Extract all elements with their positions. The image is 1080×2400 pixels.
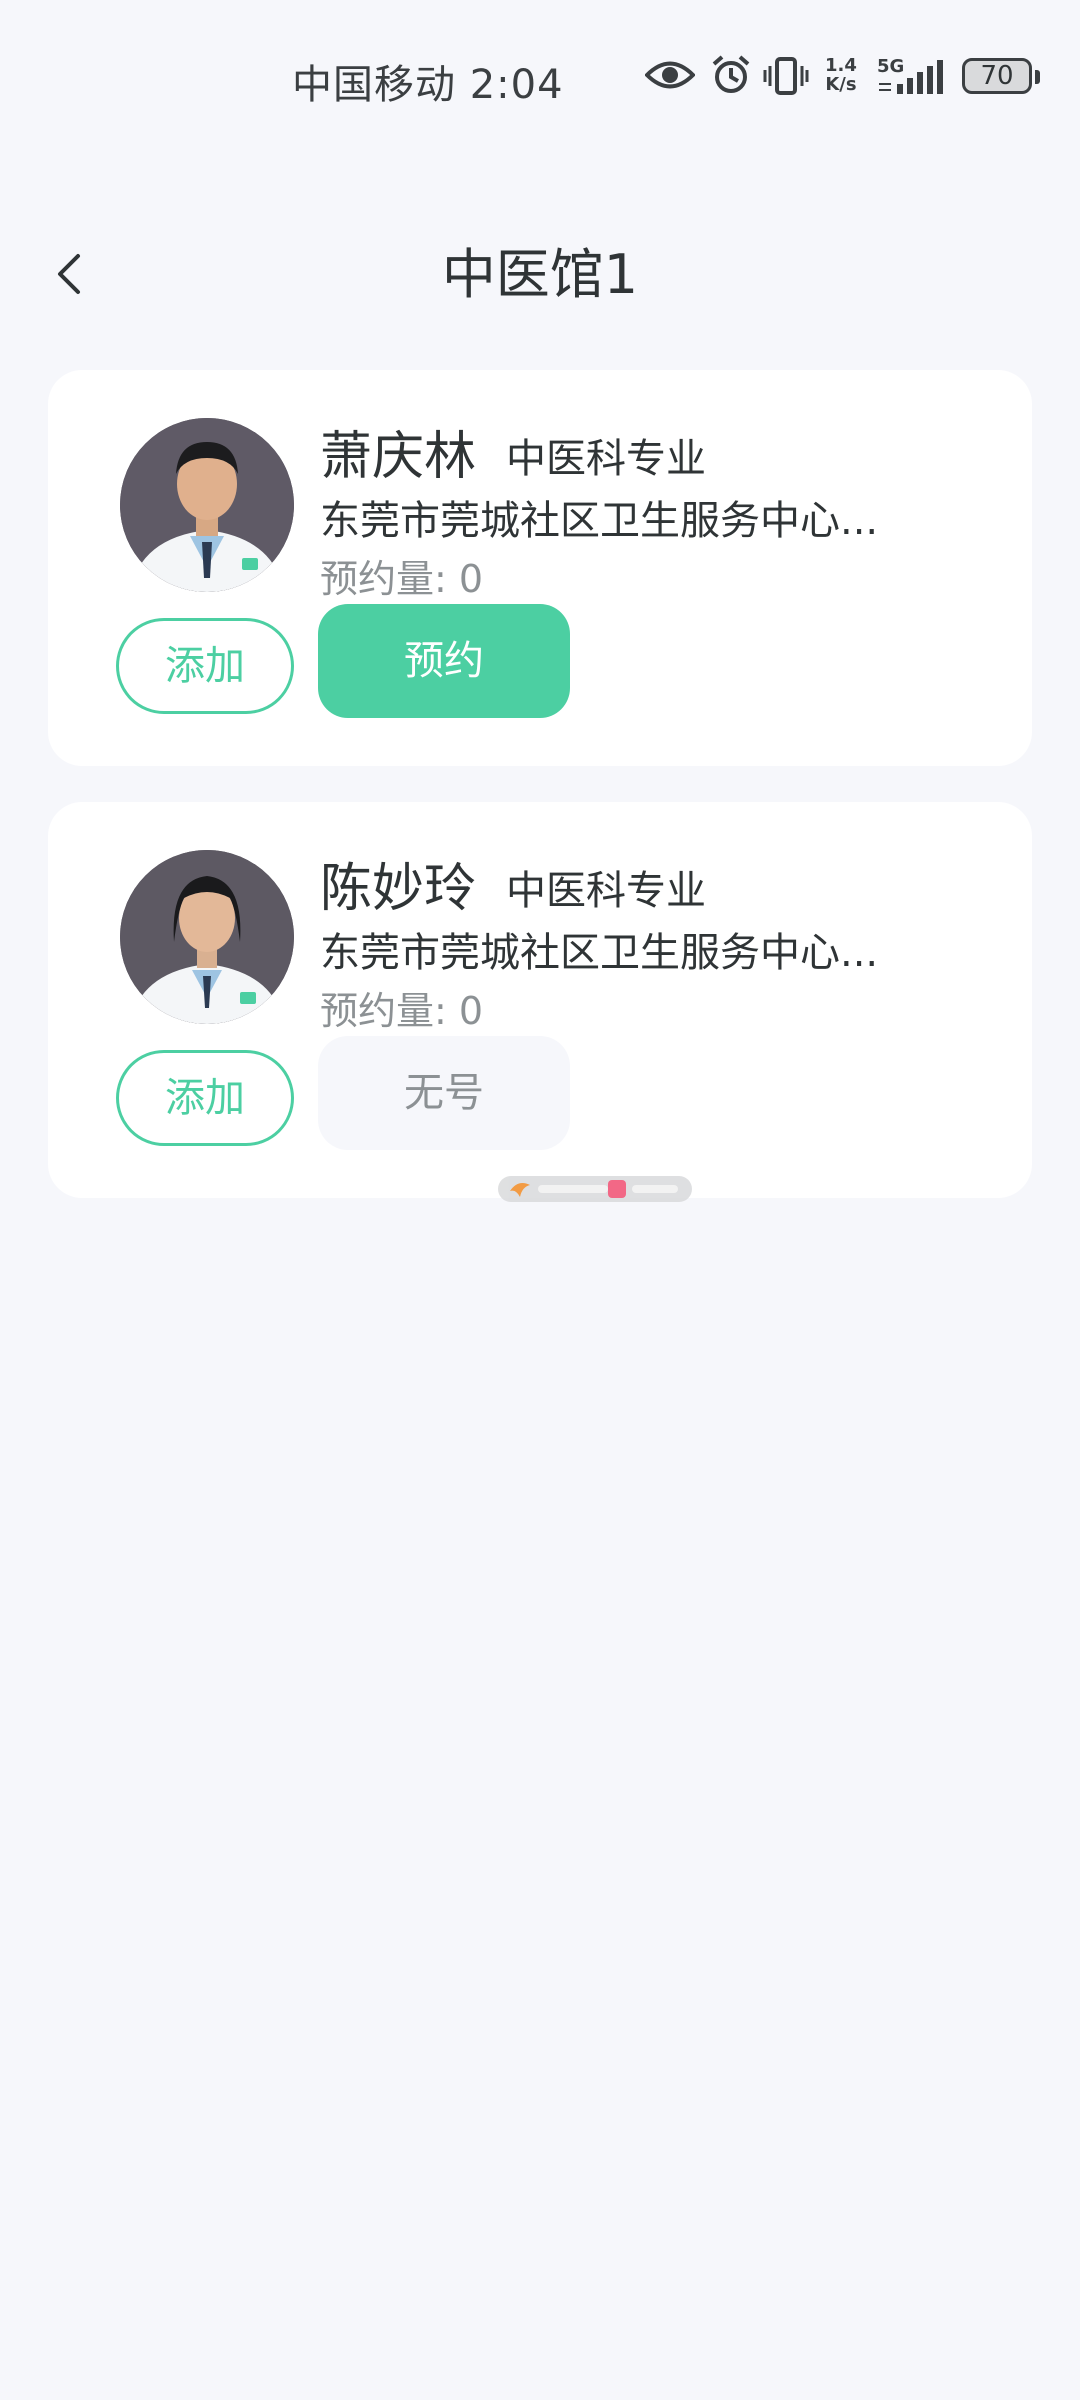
doctor-hospital: 东莞市莞城社区卫生服务中心... (320, 930, 879, 976)
net-speed: 1.4 K/s (825, 56, 857, 94)
watermark-bar (538, 1185, 608, 1193)
page-title: 中医馆1 (441, 243, 639, 306)
status-bar: 中国移动 2:04 1.4 K/s 5G 70 (0, 0, 1080, 150)
doctor-department: 中医科专业 (506, 868, 706, 914)
appointment-count: 预约量: 0 (320, 980, 483, 1035)
watermark-bar (632, 1185, 678, 1193)
watermark-badge (498, 1176, 692, 1202)
battery-indicator: 70 (962, 58, 1032, 94)
appointment-value: 0 (458, 989, 484, 1033)
signal-icon: 5G (877, 56, 947, 100)
vibrate-icon (763, 56, 809, 100)
net-speed-value: 1.4 (825, 55, 857, 76)
appointment-label: 预约量: (320, 989, 447, 1033)
book-button[interactable]: 预约 (318, 604, 570, 718)
doctor-card: 陈妙玲 中医科专业 东莞市莞城社区卫生服务中心... 预约量: 0 添加 无号 (48, 802, 1032, 1198)
battery-tip (1035, 70, 1040, 84)
carrier-time: 中国移动 2:04 (292, 62, 564, 108)
app-logo-icon (608, 1180, 626, 1198)
doctor-card: 萧庆林 中医科专业 东莞市莞城社区卫生服务中心... 预约量: 0 添加 预约 (48, 370, 1032, 766)
net-speed-unit: K/s (825, 74, 857, 95)
doctor-avatar (120, 418, 294, 592)
add-button[interactable]: 添加 (116, 1050, 294, 1146)
nav-header: 中医馆1 (0, 200, 1080, 330)
add-button[interactable]: 添加 (116, 618, 294, 714)
doctor-hospital: 东莞市莞城社区卫生服务中心... (320, 498, 879, 544)
doctor-name: 萧庆林 (320, 427, 477, 487)
appointment-label: 预约量: (320, 557, 447, 601)
doctor-name: 陈妙玲 (320, 859, 477, 919)
alarm-icon (710, 54, 752, 100)
bird-icon (508, 1179, 532, 1199)
appointment-count: 预约量: 0 (320, 548, 483, 603)
doctor-department: 中医科专业 (506, 436, 706, 482)
appointment-value: 0 (458, 557, 484, 601)
eye-icon (644, 58, 696, 96)
no-slots-button: 无号 (318, 1036, 570, 1150)
network-type: 5G (877, 56, 904, 77)
doctor-avatar (120, 850, 294, 1024)
